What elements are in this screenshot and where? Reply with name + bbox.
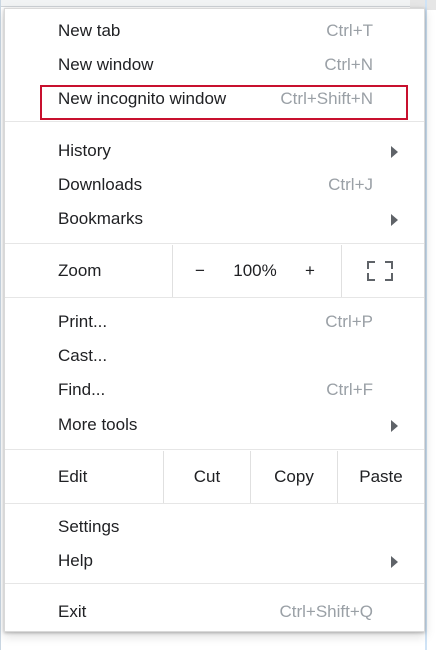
menu-item-help[interactable]: Help: [5, 544, 424, 578]
menu-item-label: Settings: [58, 517, 120, 536]
fullscreen-divider: [341, 245, 342, 297]
menu-item-label: Exit: [58, 602, 87, 621]
menu-separator: [5, 297, 424, 298]
menu-item-shortcut: Ctrl+N: [324, 55, 373, 74]
menu-separator: [5, 503, 424, 504]
zoom-in-button[interactable]: +: [295, 245, 325, 297]
menu-item-label: Downloads: [58, 175, 143, 194]
menu-item-label: Print...: [58, 312, 108, 331]
menu-item-more-tools[interactable]: More tools: [5, 408, 424, 442]
browser-chrome-strip: [0, 0, 436, 7]
edit-label: Edit: [58, 467, 88, 486]
menu-separator: [5, 243, 424, 244]
menu-item-bookmarks[interactable]: Bookmarks: [5, 202, 424, 236]
zoom-level-value: 100%: [233, 261, 277, 280]
page-edge-left: [0, 0, 1, 650]
menu-item-label: New tab: [58, 21, 121, 40]
menu-item-shortcut: Ctrl+F: [326, 380, 373, 399]
submenu-arrow-icon: [391, 214, 398, 226]
menu-item-shortcut: Ctrl+Shift+N: [280, 89, 373, 108]
menu-item-label: New window: [58, 55, 154, 74]
menu-item-label: History: [58, 141, 111, 160]
menu-item-settings[interactable]: Settings: [5, 510, 424, 544]
menu-item-cast[interactable]: Cast...: [5, 339, 424, 373]
menu-item-find[interactable]: Find... Ctrl+F: [5, 373, 424, 407]
submenu-arrow-icon: [391, 420, 398, 432]
menu-item-label: Find...: [58, 380, 106, 399]
menu-separator: [5, 449, 424, 450]
menu-item-new-window[interactable]: New window Ctrl+N: [5, 48, 424, 82]
menu-item-label: Help: [58, 551, 93, 570]
page-edge-right: [425, 0, 427, 650]
menu-item-label: Cast...: [58, 346, 108, 365]
zoom-row: Zoom − 100% +: [5, 245, 424, 297]
menu-item-new-tab[interactable]: New tab Ctrl+T: [5, 14, 424, 48]
menu-item-print[interactable]: Print... Ctrl+P: [5, 305, 424, 339]
submenu-arrow-icon: [391, 146, 398, 158]
zoom-out-button[interactable]: −: [185, 245, 215, 297]
zoom-divider: [172, 245, 173, 297]
browser-main-menu: New tab Ctrl+T New window Ctrl+N New inc…: [4, 8, 425, 632]
menu-item-new-incognito-window[interactable]: New incognito window Ctrl+Shift+N: [5, 82, 424, 116]
menu-item-downloads[interactable]: Downloads Ctrl+J: [5, 168, 424, 202]
menu-item-shortcut: Ctrl+J: [328, 175, 373, 194]
edit-row: Edit Cut Copy Paste: [5, 451, 424, 503]
menu-item-label: New incognito window: [58, 89, 227, 108]
paste-button[interactable]: Paste: [338, 451, 424, 503]
submenu-arrow-icon: [391, 556, 398, 568]
menu-item-history[interactable]: History: [5, 134, 424, 168]
menu-item-shortcut: Ctrl+T: [326, 21, 373, 40]
menu-separator: [5, 583, 424, 584]
cut-button[interactable]: Cut: [164, 451, 250, 503]
zoom-label: Zoom: [58, 261, 102, 280]
menu-item-shortcut: Ctrl+Shift+Q: [279, 602, 373, 621]
fullscreen-icon[interactable]: [367, 261, 393, 281]
menu-item-label: More tools: [58, 415, 138, 434]
copy-button[interactable]: Copy: [251, 451, 337, 503]
menu-item-label: Bookmarks: [58, 209, 144, 228]
menu-item-exit[interactable]: Exit Ctrl+Shift+Q: [5, 595, 424, 629]
menu-item-shortcut: Ctrl+P: [325, 312, 373, 331]
menu-separator: [5, 121, 424, 122]
